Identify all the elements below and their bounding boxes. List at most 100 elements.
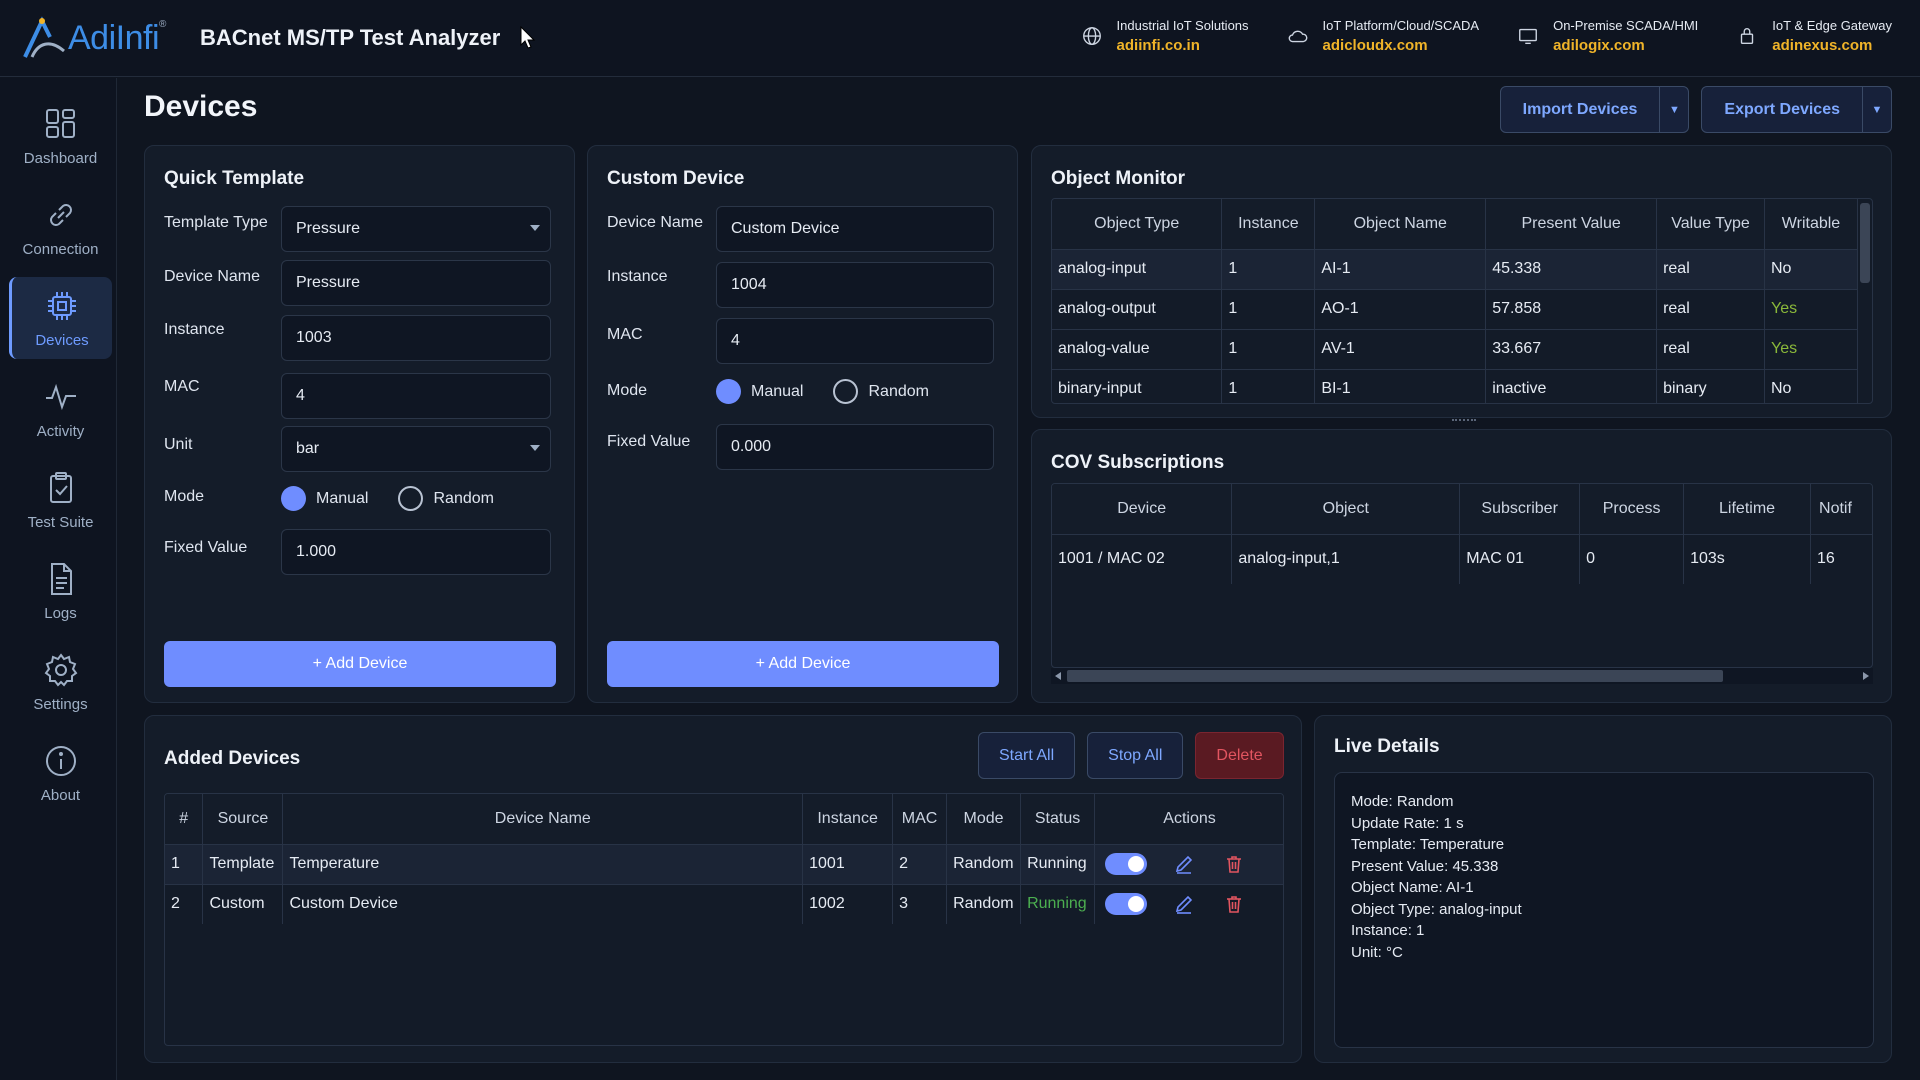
delete-button[interactable]: Delete bbox=[1195, 732, 1284, 779]
start-all-button[interactable]: Start All bbox=[978, 732, 1076, 779]
vertical-scrollbar[interactable] bbox=[1860, 203, 1870, 283]
column-header[interactable]: Status bbox=[1020, 794, 1096, 844]
top-actions: Import Devices ▼ Export Devices ▼ bbox=[1499, 86, 1892, 133]
table-row[interactable]: 2 Custom Custom Device 1002 3 Random Run… bbox=[165, 883, 1283, 924]
table-cell: analog-value bbox=[1052, 328, 1223, 369]
sidebar-item-logs[interactable]: Logs bbox=[9, 550, 112, 632]
device-enabled-toggle[interactable] bbox=[1105, 853, 1148, 875]
unit-select[interactable]: bar bbox=[281, 426, 551, 472]
custom-add-device-button[interactable]: + Add Device bbox=[607, 641, 999, 687]
scrollbar-thumb[interactable] bbox=[1067, 670, 1723, 682]
column-header[interactable]: Mode bbox=[946, 794, 1022, 844]
sidebar-item-label: Dashboard bbox=[23, 149, 98, 167]
sidebar-item-dashboard[interactable]: Dashboard bbox=[9, 95, 112, 177]
quick-template-add-device-button[interactable]: + Add Device bbox=[164, 641, 556, 687]
column-header[interactable]: Object Name bbox=[1314, 199, 1487, 249]
template-type-select[interactable]: Pressure bbox=[281, 206, 551, 252]
quick-template-title: Quick Template bbox=[164, 168, 305, 189]
export-devices-button[interactable]: Export Devices bbox=[1702, 87, 1863, 132]
column-header[interactable]: Instance bbox=[1221, 199, 1316, 249]
added-devices-table: # Source Device Name Instance MAC Mode S… bbox=[164, 793, 1284, 1046]
link-url[interactable]: adiinfi.co.in bbox=[1117, 37, 1249, 54]
trash-icon[interactable] bbox=[1224, 894, 1244, 914]
link-adiinfi[interactable]: Industrial IoT Solutions adiinfi.co.in bbox=[1081, 18, 1249, 54]
custom-device-name-label: Device Name bbox=[607, 214, 704, 231]
sidebar-item-connection[interactable]: Connection bbox=[9, 186, 112, 268]
column-header[interactable]: Value Type bbox=[1656, 199, 1765, 249]
export-dropdown-chevron-icon[interactable]: ▼ bbox=[1863, 87, 1891, 132]
sidebar-item-about[interactable]: About bbox=[9, 732, 112, 814]
table-row[interactable]: analog-output 1 AO-1 57.858 real Yes bbox=[1052, 288, 1858, 329]
column-header[interactable]: Process bbox=[1579, 484, 1685, 534]
column-header[interactable]: Subscriber bbox=[1459, 484, 1581, 534]
custom-device-name-input[interactable]: Custom Device bbox=[716, 206, 994, 252]
custom-fixed-value-input[interactable]: 0.000 bbox=[716, 424, 994, 470]
logo-text: AdiInfi® bbox=[68, 19, 166, 58]
table-cell: AV-1 bbox=[1314, 328, 1487, 369]
column-header[interactable]: Actions bbox=[1094, 794, 1283, 844]
custom-mode-random-radio[interactable] bbox=[833, 379, 859, 404]
mode-manual-radio[interactable] bbox=[281, 486, 306, 511]
sidebar-item-label: Settings bbox=[33, 695, 88, 713]
column-header[interactable]: Device Name bbox=[282, 794, 804, 844]
table-row[interactable]: binary-input 1 BI-1 inactive binary No bbox=[1052, 368, 1858, 403]
column-header[interactable]: MAC bbox=[892, 794, 948, 844]
scroll-left-icon[interactable] bbox=[1055, 672, 1061, 680]
table-cell: 2 bbox=[892, 843, 948, 884]
table-row[interactable]: analog-value 1 AV-1 33.667 real Yes bbox=[1052, 328, 1858, 369]
custom-mode-manual-radio[interactable] bbox=[716, 379, 741, 404]
live-detail-line: Object Name: AI-1 bbox=[1351, 879, 1474, 896]
trash-icon[interactable] bbox=[1224, 854, 1244, 874]
sidebar-item-label: Activity bbox=[36, 422, 85, 440]
added-devices-title: Added Devices bbox=[164, 748, 301, 769]
device-name-input[interactable]: Pressure bbox=[281, 260, 551, 306]
column-header[interactable]: Instance bbox=[802, 794, 894, 844]
column-header[interactable]: Present Value bbox=[1485, 199, 1658, 249]
sidebar-item-devices[interactable]: Devices bbox=[9, 277, 112, 359]
link-adinexus[interactable]: IoT & Edge Gateway adinexus.com bbox=[1736, 18, 1892, 54]
import-devices-button[interactable]: Import Devices bbox=[1501, 87, 1661, 132]
instance-input[interactable]: 1003 bbox=[281, 315, 551, 361]
table-cell: Running bbox=[1020, 883, 1096, 924]
stop-all-button[interactable]: Stop All bbox=[1087, 732, 1184, 779]
mouse-cursor-icon bbox=[520, 26, 536, 49]
chip-icon bbox=[48, 291, 76, 320]
template-type-value: Pressure bbox=[296, 220, 361, 237]
column-header[interactable]: # bbox=[165, 794, 204, 844]
column-header[interactable]: Object Type bbox=[1052, 199, 1223, 249]
table-row[interactable]: 1 Template Temperature 1001 2 Random Run… bbox=[165, 843, 1283, 884]
table-row[interactable]: analog-input 1 AI-1 45.338 real No bbox=[1052, 248, 1858, 289]
custom-mac-input[interactable]: 4 bbox=[716, 318, 994, 364]
column-header[interactable]: Lifetime bbox=[1683, 484, 1812, 534]
horizontal-scrollbar[interactable] bbox=[1051, 668, 1873, 684]
link-adilogix[interactable]: On-Premise SCADA/HMI adilogix.com bbox=[1517, 18, 1698, 54]
edit-pencil-icon[interactable] bbox=[1174, 854, 1194, 874]
mac-input[interactable]: 4 bbox=[281, 373, 551, 419]
sidebar-item-test-suite[interactable]: Test Suite bbox=[9, 459, 112, 541]
table-cell: 57.858 bbox=[1485, 288, 1658, 329]
sidebar-item-activity[interactable]: Activity bbox=[9, 368, 112, 450]
resize-grip[interactable] bbox=[1452, 419, 1476, 422]
edit-pencil-icon[interactable] bbox=[1174, 894, 1194, 915]
added-devices-panel: Added Devices Start All Stop All Delete … bbox=[144, 715, 1302, 1063]
custom-instance-input[interactable]: 1004 bbox=[716, 262, 994, 308]
device-enabled-toggle[interactable] bbox=[1105, 893, 1148, 916]
import-dropdown-chevron-icon[interactable]: ▼ bbox=[1660, 87, 1688, 132]
column-header[interactable]: Notif bbox=[1810, 484, 1872, 534]
link-caption: IoT & Edge Gateway bbox=[1772, 18, 1892, 33]
logo-registered-mark: ® bbox=[159, 18, 166, 30]
fixed-value-input[interactable]: 1.000 bbox=[281, 529, 551, 575]
scroll-right-icon[interactable] bbox=[1863, 672, 1869, 680]
link-url[interactable]: adinexus.com bbox=[1772, 37, 1892, 54]
column-header[interactable]: Object bbox=[1231, 484, 1461, 534]
mode-random-radio[interactable] bbox=[398, 486, 424, 511]
link-caption: IoT Platform/Cloud/SCADA bbox=[1322, 18, 1480, 33]
link-url[interactable]: adilogix.com bbox=[1553, 37, 1698, 54]
link-adicloudx[interactable]: IoT Platform/Cloud/SCADA adicloudx.com bbox=[1287, 18, 1480, 54]
link-url[interactable]: adicloudx.com bbox=[1323, 37, 1480, 54]
column-header[interactable]: Source bbox=[202, 794, 284, 844]
column-header[interactable]: Writable bbox=[1764, 199, 1858, 249]
sidebar-item-settings[interactable]: Settings bbox=[9, 641, 112, 723]
table-row[interactable]: 1001 / MAC 02 analog-input,1 MAC 01 0 10… bbox=[1052, 533, 1872, 584]
column-header[interactable]: Device bbox=[1052, 484, 1233, 534]
